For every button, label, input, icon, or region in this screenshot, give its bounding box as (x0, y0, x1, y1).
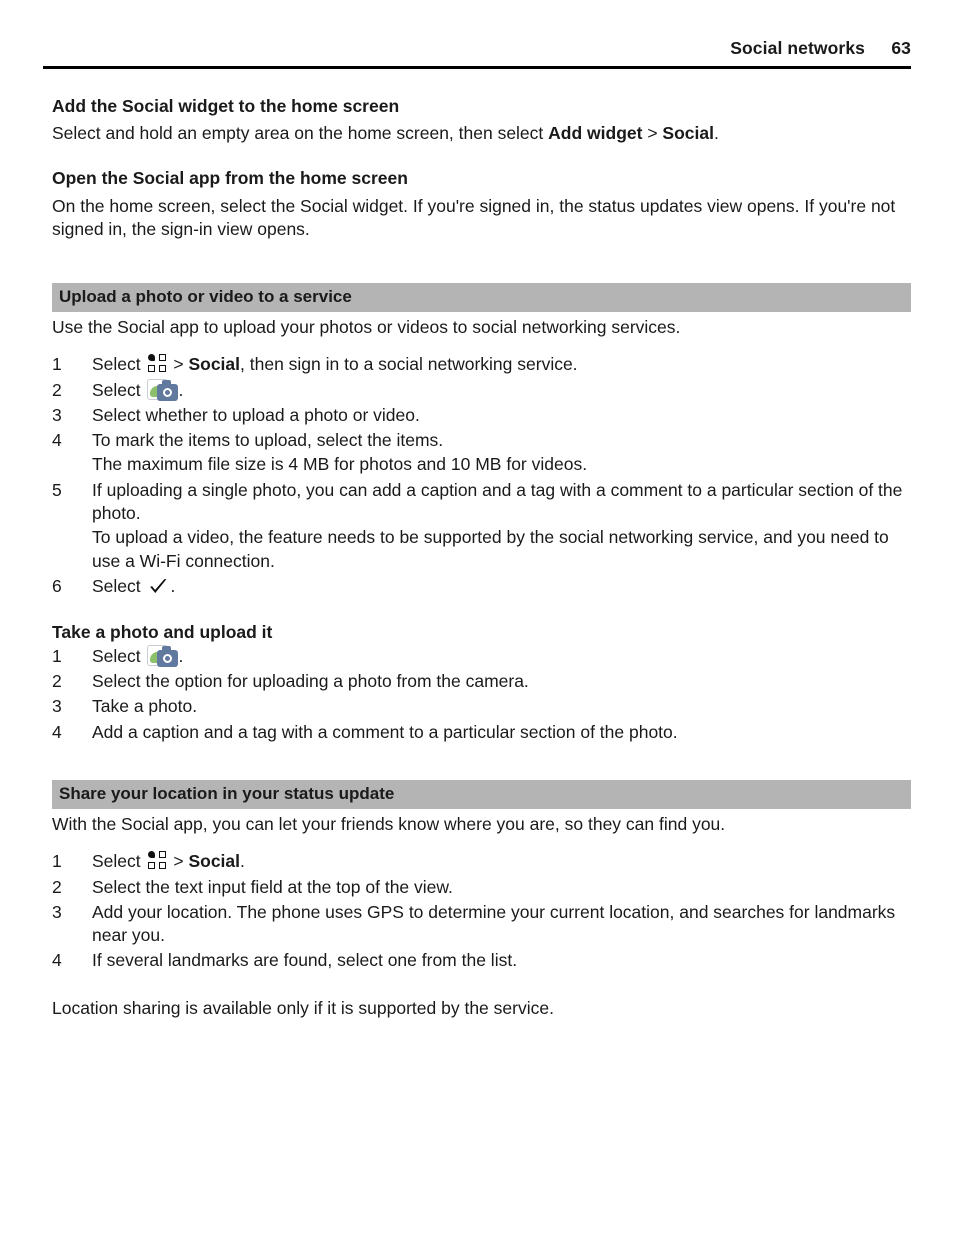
list-item: 2 Select the option for uploading a photo… (52, 670, 911, 693)
step-text: > (168, 354, 189, 375)
step-text: Add a caption and a tag with a comment t… (92, 721, 678, 742)
step-text: If uploading a single photo, you can add… (92, 479, 903, 523)
step-number: 4 (52, 721, 62, 742)
steps-list-location: 1 Select > Social. 2 Select the text input… (43, 850, 911, 972)
text-fragment: Select and hold an empty area on the hom… (52, 123, 549, 144)
section-band-upload: Upload a photo or video to a service (52, 283, 911, 313)
step-text: Select whether to upload a photo or vide… (92, 404, 420, 425)
check-icon (149, 578, 166, 593)
step-text: . (178, 645, 184, 666)
paragraph-location-footer: Location sharing is available only if it… (52, 997, 554, 1018)
step-text: Select (92, 575, 146, 596)
page-number: 63 (891, 38, 911, 58)
list-item: 5 If uploading a single photo, you can ad… (52, 479, 911, 573)
steps-list-take-photo: 1 Select . 2 Select the option for uploadi… (43, 644, 911, 744)
grid-menu-icon (147, 851, 167, 871)
bold-social: Social (188, 851, 241, 872)
paragraph-add-widget: Select and hold an empty area on the hom… (52, 122, 911, 145)
step-text: . (240, 851, 245, 872)
list-item: 4 If several landmarks are found, select … (52, 949, 911, 972)
manual-page: Social networks 63 Add the Social widget… (0, 0, 954, 1258)
step-text: To mark the items to upload, select the … (92, 430, 444, 451)
list-item: 3 Take a photo. (52, 695, 911, 718)
page-content: Add the Social widget to the home screen… (43, 69, 911, 1020)
step-number: 2 (52, 671, 62, 692)
step-number: 6 (52, 575, 62, 596)
step-text: Select (92, 645, 146, 666)
step-text: . (170, 575, 176, 596)
step-text: . (178, 379, 184, 400)
list-item: 1 Select . (52, 644, 911, 668)
step-number: 1 (52, 645, 62, 666)
step-text: Select (92, 379, 146, 400)
step-number: 1 (52, 354, 62, 375)
steps-list-upload: 1 Select > Social, then sign in to a soci… (43, 353, 911, 598)
header-title: Social networks (730, 38, 865, 58)
list-item: 3 Select whether to upload a photo or vid… (52, 404, 911, 427)
bold-social: Social (188, 354, 241, 375)
step-text: Add your location. The phone uses GPS to… (92, 901, 896, 946)
step-text: , then sign in to a social networking se… (240, 354, 578, 375)
paragraph-upload-intro: Use the Social app to upload your photos… (52, 317, 681, 338)
list-item: 2 Select the text input field at the top … (52, 876, 911, 899)
camera-icon (146, 644, 178, 668)
list-item: 6 Select . (52, 575, 911, 598)
text-fragment: > (642, 123, 663, 144)
page-header: Social networks 63 (43, 0, 911, 59)
list-item: 4 To mark the items to upload, select the… (52, 429, 911, 477)
paragraph-location-intro: With the Social app, you can let your fr… (52, 814, 726, 835)
step-text: Select (92, 354, 146, 375)
step-text: Select the option for uploading a photo … (92, 671, 529, 692)
list-item: 3 Add your location. The phone uses GPS t… (52, 901, 911, 948)
grid-menu-icon (147, 354, 167, 374)
section-band-location: Share your location in your status updat… (52, 780, 911, 810)
step-number: 2 (52, 379, 62, 400)
step-number: 2 (52, 876, 62, 897)
step-text: Select (92, 851, 146, 872)
camera-icon (146, 378, 178, 402)
list-item: 2 Select . (52, 378, 911, 402)
step-text: > (168, 851, 189, 872)
step-number: 3 (52, 901, 62, 922)
list-item: 1 Select > Social, then sign in to a soci… (52, 353, 911, 376)
step-subtext: To upload a video, the feature needs to … (92, 527, 889, 571)
section-heading-take-photo: Take a photo and upload it (52, 622, 273, 643)
bold-add-widget: Add widget (548, 123, 643, 144)
step-number: 3 (52, 404, 62, 425)
step-number: 3 (52, 696, 62, 717)
step-number: 5 (52, 479, 62, 500)
step-number: 1 (52, 851, 62, 872)
step-text: Take a photo. (92, 696, 198, 717)
text-fragment: . (713, 123, 719, 144)
list-item: 4 Add a caption and a tag with a comment … (52, 721, 911, 744)
step-number: 4 (52, 430, 62, 451)
step-text: If several landmarks are found, select o… (92, 950, 518, 971)
section-heading-add-widget: Add the Social widget to the home screen (52, 95, 400, 116)
step-subtext: The maximum file size is 4 MB for photos… (92, 454, 588, 475)
paragraph-open-app: On the home screen, select the Social wi… (52, 195, 896, 239)
section-heading-open-app: Open the Social app from the home screen (52, 167, 408, 188)
list-item: 1 Select > Social. (52, 850, 911, 873)
bold-social: Social (662, 123, 714, 144)
step-text: Select the text input field at the top o… (92, 876, 453, 897)
step-number: 4 (52, 950, 62, 971)
